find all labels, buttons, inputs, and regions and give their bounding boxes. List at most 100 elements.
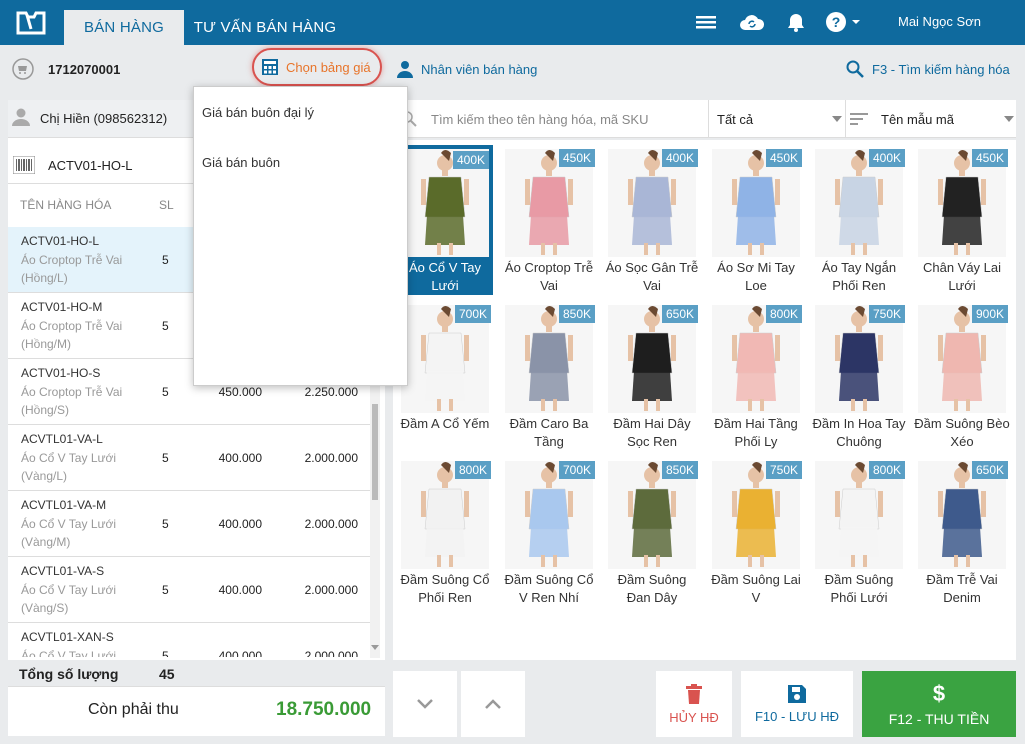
sort-select-value: Tên mẫu mã — [881, 111, 954, 127]
sort-select[interactable]: Tên mẫu mã — [845, 100, 1016, 138]
product-name: Áo Tay Ngắn Phối Ren — [821, 260, 897, 293]
scroll-down-arrow-icon[interactable] — [371, 645, 379, 650]
help-icon[interactable]: ? — [825, 11, 865, 33]
product-name: Đầm In Hoa Tay Chuông — [812, 416, 906, 449]
product-price-badge: 750K — [765, 461, 802, 479]
customer-name: Chị Hiền (098562312) — [40, 111, 168, 126]
item-qty[interactable]: 5 — [162, 451, 169, 465]
product-card[interactable]: 450K Chân Váy Lai Lưới — [914, 145, 1010, 295]
product-card[interactable]: 400K Áo Tay Ngắn Phối Ren — [811, 145, 907, 295]
item-price: 400.000 — [218, 451, 262, 465]
item-name: Áo Croptop Trễ Vai (Hồng/L) — [21, 253, 123, 285]
item-total: 2.250.000 — [304, 385, 358, 399]
total-qty-value: 45 — [159, 666, 175, 682]
product-price-badge: 800K — [765, 305, 802, 323]
svg-text:?: ? — [832, 14, 841, 30]
app-logo-icon[interactable] — [14, 9, 48, 36]
category-select[interactable]: Tất cả — [708, 100, 845, 138]
sort-lines-icon — [850, 113, 868, 125]
category-select-value: Tất cả — [717, 111, 754, 127]
product-price-badge: 650K — [661, 305, 698, 323]
item-total: 2.000.000 — [304, 649, 358, 657]
item-qty[interactable]: 5 — [162, 649, 169, 657]
user-name[interactable]: Mai Ngọc Sơn — [898, 14, 981, 29]
product-search-shortcut[interactable]: F3 - Tìm kiếm hàng hóa — [846, 60, 1010, 78]
item-qty[interactable]: 5 — [162, 517, 169, 531]
collect-payment-button[interactable]: $ F12 - THU TIỀN — [862, 671, 1016, 737]
cancel-invoice-label: HỦY HĐ — [669, 709, 719, 725]
product-card[interactable]: 400K Áo Sọc Gân Trễ Vai — [604, 145, 700, 295]
sales-staff-button[interactable]: Nhân viên bán hàng — [396, 60, 537, 78]
product-card[interactable]: 800K Đầm Suông Phối Lưới — [811, 457, 907, 607]
product-card[interactable]: 650K Đầm Trễ Vai Denim — [914, 457, 1010, 607]
product-card[interactable]: 400K Áo Cổ V Tay Lưới — [397, 145, 493, 295]
choose-price-list-label: Chọn bảng giá — [286, 59, 371, 75]
total-quantity-bar: Tổng số lượng 45 — [8, 660, 385, 686]
product-name: Đầm Hai Dây Sọc Ren — [613, 416, 691, 449]
product-price-badge: 450K — [765, 149, 802, 167]
item-sku: ACVTL01-XAN-S — [21, 630, 114, 644]
product-card[interactable]: 850K Đầm Suông Đan Dây — [604, 457, 700, 607]
product-card[interactable]: 750K Đầm In Hoa Tay Chuông — [811, 301, 907, 451]
table-row[interactable]: ACVTL01-VA-S Áo Cổ V Tay Lưới (Vàng/S) 5… — [8, 557, 370, 623]
product-name: Áo Croptop Trễ Vai — [504, 260, 594, 293]
item-name: Áo Cổ V Tay Lưới (Vàng/S) — [21, 583, 117, 615]
product-name: Đầm Suông Cổ V Ren Nhí — [504, 572, 594, 605]
item-qty[interactable]: 5 — [162, 583, 169, 597]
item-name: Áo Cổ V Tay Lưới (Vàng/L) — [21, 451, 117, 483]
product-price-badge: 400K — [452, 151, 489, 169]
search-icon — [846, 60, 864, 78]
menu-icon[interactable] — [695, 11, 717, 33]
notification-bell-icon[interactable] — [785, 11, 807, 33]
product-card[interactable]: 800K Đầm Suông Cổ Phối Ren — [397, 457, 493, 607]
product-name: Đầm Suông Phối Lưới — [824, 572, 894, 605]
customer-icon — [12, 108, 30, 126]
product-card[interactable]: 700K Đầm Suông Cổ V Ren Nhí — [501, 457, 597, 607]
product-card[interactable]: 800K Đầm Hai Tầng Phối Ly — [708, 301, 804, 451]
item-qty[interactable]: 5 — [162, 253, 169, 267]
item-qty[interactable]: 5 — [162, 319, 169, 333]
product-price-badge: 850K — [661, 461, 698, 479]
page-down-button[interactable] — [393, 671, 457, 737]
product-price-badge: 800K — [868, 461, 905, 479]
product-card[interactable]: 750K Đầm Suông Lai V — [708, 457, 804, 607]
choose-price-list-button[interactable]: Chọn bảng giá — [252, 48, 382, 86]
product-card[interactable]: 650K Đầm Hai Dây Sọc Ren — [604, 301, 700, 451]
item-qty[interactable]: 5 — [162, 385, 169, 399]
tab-consult[interactable]: TƯ VẤN BÁN HÀNG — [190, 10, 340, 45]
product-card[interactable]: 850K Đầm Caro Ba Tầng — [501, 301, 597, 451]
item-price: 400.000 — [218, 649, 262, 657]
item-name: Áo Croptop Trễ Vai (Hồng/S) — [21, 385, 123, 417]
save-invoice-button[interactable]: F10 - LƯU HĐ — [741, 671, 853, 737]
collect-payment-label: F12 - THU TIỀN — [888, 711, 990, 727]
product-grid: 400K Áo Cổ V Tay Lưới 450K Áo Croptop Tr… — [393, 140, 1016, 660]
staff-icon — [397, 61, 413, 78]
trash-icon — [686, 683, 702, 704]
cart-scrollbar-thumb[interactable] — [372, 404, 378, 500]
item-sku: ACTV01-HO-L — [21, 234, 100, 248]
total-qty-label: Tổng số lượng — [19, 666, 119, 682]
product-card[interactable]: 900K Đầm Suông Bèo Xéo — [914, 301, 1010, 451]
table-row[interactable]: ACVTL01-VA-M Áo Cổ V Tay Lưới (Vàng/M) 5… — [8, 491, 370, 557]
product-filter-bar: Tìm kiếm theo tên hàng hóa, mã SKU Tất c… — [393, 100, 1016, 138]
chevron-down-icon — [1004, 116, 1014, 122]
tab-sales[interactable]: BÁN HÀNG — [64, 10, 184, 45]
item-name: Áo Croptop Trễ Vai (Hồng/M) — [21, 319, 123, 351]
table-row[interactable]: ACVTL01-XAN-S Áo Cổ V Tay Lưới 5 400.000… — [8, 623, 370, 657]
save-invoice-label: F10 - LƯU HĐ — [754, 708, 840, 724]
price-list-option-agency-wholesale[interactable]: Giá bán buôn đại lý — [202, 105, 314, 120]
product-search-input[interactable]: Tìm kiếm theo tên hàng hóa, mã SKU — [431, 112, 649, 127]
product-card[interactable]: 450K Áo Croptop Trễ Vai — [501, 145, 597, 295]
product-name: Đầm Trễ Vai Denim — [926, 572, 998, 605]
chevron-down-icon — [417, 699, 433, 709]
table-row[interactable]: ACVTL01-VA-L Áo Cổ V Tay Lưới (Vàng/L) 5… — [8, 425, 370, 491]
item-price: 400.000 — [218, 517, 262, 531]
cloud-sync-icon[interactable] — [739, 11, 765, 33]
product-name: Đầm Hai Tầng Phối Ly — [714, 416, 798, 449]
product-card[interactable]: 450K Áo Sơ Mi Tay Loe — [708, 145, 804, 295]
page-up-button[interactable] — [461, 671, 525, 737]
cancel-invoice-button[interactable]: HỦY HĐ — [656, 671, 732, 737]
price-list-option-wholesale[interactable]: Giá bán buôn — [202, 155, 280, 170]
product-card[interactable]: 700K Đầm A Cổ Yếm — [397, 301, 493, 451]
item-sku: ACVTL01-VA-S — [21, 564, 105, 578]
